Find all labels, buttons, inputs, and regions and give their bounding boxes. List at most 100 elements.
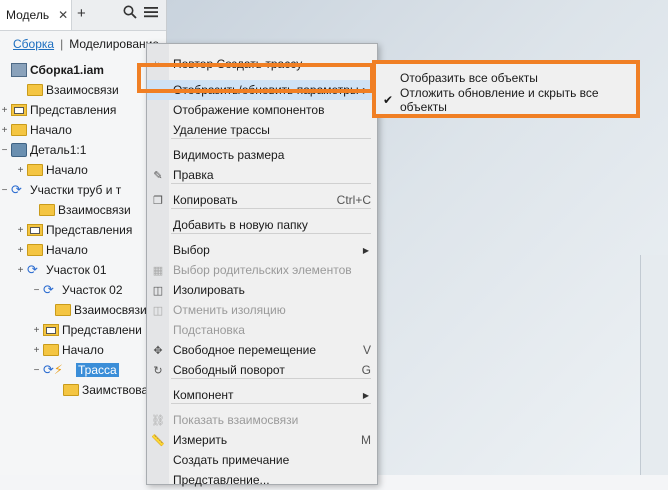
menu-item: Подстановка [147,320,377,340]
close-icon[interactable]: ✕ [58,8,68,22]
menu-item[interactable]: ❐ Копировать Ctrl+C [147,190,377,210]
submenu-arrow-icon: ▶ [362,390,369,400]
tree-node-label: Сборка1.iam [30,63,104,77]
context-menu: ⤷ Повтор Создать трассу Отобразить/обновит… [146,43,378,487]
tree-node[interactable]: + Начало [16,160,88,180]
tree-node[interactable]: + Представления [0,100,117,120]
isolate-icon: ◫ [152,304,164,317]
menu-item[interactable]: Удаление трассы [147,120,377,140]
menu-item: ◫ Отменить изоляцию [147,300,377,320]
menu-item[interactable]: Компонент ▶ [147,385,377,405]
tree-toggle-icon[interactable]: + [16,245,25,256]
folder-icon [63,384,79,396]
tree-node-label: Начало [62,343,104,357]
tree-node-label: Представлени [62,323,142,337]
menu-item[interactable]: ↻ Свободный поворот G [147,360,377,380]
tree-toggle-icon[interactable]: − [0,185,9,196]
tree-node-label: Заимствова [82,383,149,397]
tree-toggle-icon[interactable]: − [32,285,41,296]
subtab-assembly[interactable]: Сборка [8,37,59,51]
menu-item-label: Выбор родительских элементов [173,263,352,277]
tree-node[interactable]: − ⟳ Участки труб и т [0,180,122,200]
tree-node[interactable]: Сборка1.iam [0,60,104,80]
route-icon: ⟳⚡ [43,362,64,377]
tree-node[interactable]: − ⟳⚡ Трасса [32,360,119,380]
menu-item-shortcut: G [361,363,371,377]
folder-icon [11,124,27,136]
menu-item[interactable]: ✥ Свободное перемещение V [147,340,377,360]
folder-icon [55,304,71,316]
tree-node[interactable]: Взаимосвязи [28,200,131,220]
tree-toggle-icon[interactable]: − [32,365,41,376]
rep-icon [11,104,27,116]
menu-item-label: Подстановка [173,323,245,337]
rel-icon: ⛓ [151,414,165,427]
menu-icon[interactable] [144,5,158,24]
tree-toggle-icon[interactable]: − [0,145,9,156]
pipe-run-icon: ⟳ [11,182,22,197]
menu-item-label: Представление... [173,473,270,487]
menu-item-label: Показать взаимосвязи [173,413,299,427]
part-icon [11,143,27,157]
menu-item[interactable]: ◫ Изолировать [147,280,377,300]
pipe-run-icon: ⟳ [27,262,38,277]
select-icon: ▦ [152,264,164,277]
tree-node[interactable]: Заимствова [52,380,148,400]
menu-item[interactable]: Создать примечание [147,450,377,470]
tree-node[interactable]: Взаимосвязи [16,80,119,100]
tree-node-label: Деталь1:1 [30,143,87,157]
tree-node[interactable]: + ⟳ Участок 01 [16,260,107,280]
menu-item-label: Создать примечание [173,453,290,467]
browser-subtabs: Сборка | Моделирование [0,31,166,57]
tree-node[interactable]: + Начало [0,120,72,140]
tree-node[interactable]: + Представлени [32,320,142,340]
tree-node-label: Взаимосвязи [58,203,131,217]
tree-toggle-icon[interactable]: + [16,225,25,236]
rotate-icon: ↻ [153,364,163,377]
asm-icon [11,63,27,77]
tree-toggle-icon[interactable]: + [0,105,9,116]
search-icon[interactable] [123,5,137,24]
tree-node[interactable]: − Деталь1:1 [0,140,86,160]
tree-node-label: Трасса [76,363,119,377]
tree-toggle-icon[interactable]: + [32,345,41,356]
menu-item[interactable]: Отображение компонентов [147,100,377,120]
tree-node-label: Участок 02 [62,283,123,297]
panel-header: Модель ✕ + [0,0,166,31]
tree-node[interactable]: + Начало [32,340,104,360]
pipe-run-icon: ⟳ [43,282,54,297]
highlight-frame-menu-item [137,63,374,93]
menu-item-shortcut: Ctrl+C [336,193,371,207]
model-geometry [640,255,668,475]
edit-icon: ✎ [153,169,163,182]
tree-node-label: Начало [46,243,88,257]
tree-node[interactable]: + Представления [16,220,133,240]
menu-item[interactable]: ✎ Правка [147,165,377,185]
menu-item: ⛓ Показать взаимосвязи [147,410,377,430]
menu-item[interactable]: Выбор ▶ [147,240,377,260]
menu-item: ▦ Выбор родительских элементов [147,260,377,280]
copy-icon: ❐ [153,194,163,207]
tree-node-label: Представления [30,103,117,117]
tree-toggle-icon[interactable]: + [0,125,9,136]
tree-toggle-icon[interactable]: + [16,265,25,276]
menu-item-label: Копировать [173,193,238,207]
move-icon: ✥ [153,344,163,357]
tree-toggle-icon[interactable]: + [32,325,41,336]
tree-node[interactable]: Взаимосвязи [44,300,147,320]
tree-toggle-icon[interactable]: + [16,165,25,176]
folder-icon [27,164,43,176]
menu-item[interactable]: Видимость размера [147,145,377,165]
tree-node[interactable]: + Начало [16,240,88,260]
menu-item-label: Изолировать [173,283,245,297]
tree-node-label: Взаимосвязи [74,303,147,317]
tab-model[interactable]: Модель ✕ [0,0,72,30]
menu-item[interactable]: 📏 Измерить M [147,430,377,450]
rep-icon [27,224,43,236]
menu-item[interactable]: Добавить в новую папку [147,215,377,235]
add-tab-icon[interactable]: + [77,5,86,23]
menu-item-label: Видимость размера [173,148,285,162]
menu-item[interactable]: Представление... [147,470,377,490]
tree-node[interactable]: − ⟳ Участок 02 [32,280,123,300]
menu-item-label: Выбор [173,243,210,257]
